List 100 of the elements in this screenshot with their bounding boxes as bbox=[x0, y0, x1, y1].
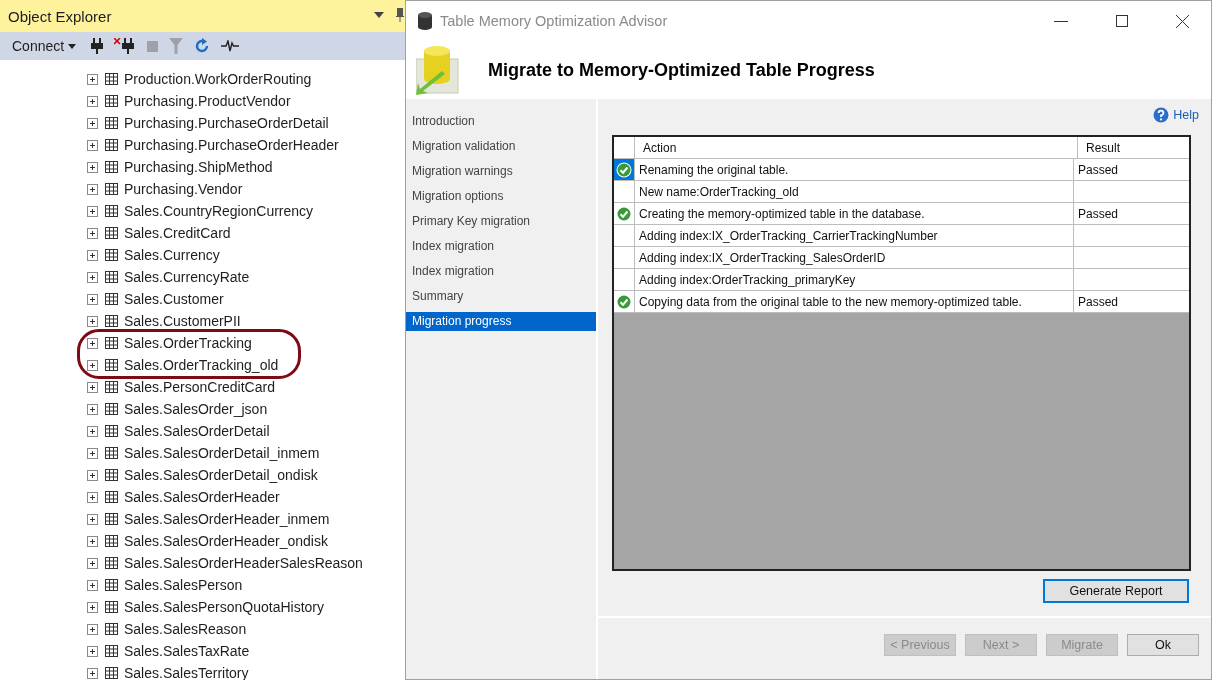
tree-item[interactable]: Sales.SalesOrderDetail_ondisk bbox=[124, 467, 318, 483]
tree-item[interactable]: Purchasing.PurchaseOrderDetail bbox=[124, 115, 329, 131]
expand-icon[interactable] bbox=[87, 293, 98, 305]
expand-icon[interactable] bbox=[87, 513, 98, 525]
tree-item[interactable]: Sales.CountryRegionCurrency bbox=[124, 203, 314, 219]
action-cell: Creating the memory-optimized table in the database. bbox=[635, 203, 1074, 224]
expand-icon[interactable] bbox=[87, 205, 98, 217]
expand-icon[interactable] bbox=[87, 535, 98, 547]
pin-icon[interactable] bbox=[396, 8, 404, 22]
close-icon[interactable] bbox=[1176, 14, 1189, 28]
expand-icon[interactable] bbox=[87, 425, 98, 437]
result-cell: Passed bbox=[1078, 295, 1119, 309]
expand-icon[interactable] bbox=[87, 667, 98, 679]
panel-title: Object Explorer bbox=[8, 7, 112, 25]
expand-icon[interactable] bbox=[87, 227, 98, 239]
expand-icon[interactable] bbox=[87, 337, 98, 349]
expand-icon[interactable] bbox=[87, 579, 98, 591]
step-item[interactable]: Index migration bbox=[406, 234, 596, 259]
table-icon bbox=[105, 117, 118, 129]
database-icon bbox=[418, 12, 432, 30]
tree-item[interactable]: Sales.Currency bbox=[124, 247, 220, 263]
tree-item[interactable]: Sales.SalesOrderHeader bbox=[124, 489, 280, 505]
tree-item[interactable]: Sales.SalesOrderDetail bbox=[124, 423, 270, 439]
expand-icon[interactable] bbox=[87, 183, 98, 195]
table-icon bbox=[105, 161, 118, 173]
expand-icon[interactable] bbox=[87, 139, 98, 151]
action-cell: Copying data from the original table to the new memory-optimized table. bbox=[635, 291, 1074, 312]
expand-icon[interactable] bbox=[87, 645, 98, 657]
column-header: Action bbox=[635, 137, 1078, 158]
table-icon bbox=[105, 513, 118, 525]
expand-icon[interactable] bbox=[87, 161, 98, 173]
tree-item[interactable]: Purchasing.ShipMethod bbox=[124, 159, 273, 175]
tree-item[interactable]: Sales.SalesPerson bbox=[124, 577, 243, 593]
expand-icon[interactable] bbox=[87, 601, 98, 613]
expand-icon[interactable] bbox=[87, 557, 98, 569]
expand-icon[interactable] bbox=[87, 359, 98, 371]
tree-item[interactable]: Purchasing.PurchaseOrderHeader bbox=[124, 137, 339, 153]
step-item[interactable]: Migration validation bbox=[406, 134, 596, 159]
tree-item[interactable]: Sales.PersonCreditCard bbox=[124, 379, 275, 395]
table-icon bbox=[105, 601, 118, 613]
tree-item[interactable]: Sales.OrderTracking_old bbox=[124, 357, 279, 373]
action-cell: New name:OrderTracking_old bbox=[635, 181, 1074, 202]
step-item[interactable]: Migration warnings bbox=[406, 159, 596, 184]
plug-icon[interactable] bbox=[91, 38, 104, 54]
column-header: Result bbox=[1085, 140, 1121, 157]
tree-item[interactable]: Sales.SalesOrderDetail_inmem bbox=[124, 445, 320, 461]
tree-item[interactable]: Sales.SalesPersonQuotaHistory bbox=[124, 599, 324, 615]
activity-icon[interactable] bbox=[221, 40, 240, 52]
step-item[interactable]: Migration options bbox=[406, 184, 596, 209]
tree-item[interactable]: Sales.SalesOrderHeader_ondisk bbox=[124, 533, 328, 549]
expand-icon[interactable] bbox=[87, 381, 98, 393]
table-icon bbox=[105, 95, 118, 107]
step-item[interactable]: Primary Key migration bbox=[406, 209, 596, 234]
tree-item[interactable]: Sales.OrderTracking bbox=[124, 335, 252, 351]
step-item[interactable]: Summary bbox=[406, 284, 596, 309]
expand-icon[interactable] bbox=[87, 271, 98, 283]
expand-icon[interactable] bbox=[87, 491, 98, 503]
tree-item[interactable]: Production.WorkOrderRouting bbox=[124, 71, 312, 87]
tree-item[interactable]: Sales.CurrencyRate bbox=[124, 269, 250, 285]
help-link[interactable]: Help bbox=[1173, 108, 1199, 122]
step-item[interactable]: Index migration bbox=[406, 259, 596, 284]
table-icon bbox=[105, 469, 118, 481]
expand-icon[interactable] bbox=[87, 117, 98, 129]
tree-item[interactable]: Sales.Customer bbox=[124, 291, 224, 307]
action-cell: Adding index:IX_OrderTracking_SalesOrderID bbox=[635, 247, 1074, 268]
table-icon bbox=[105, 491, 118, 503]
expand-icon[interactable] bbox=[87, 73, 98, 85]
tree-item[interactable]: Sales.SalesOrder_json bbox=[124, 401, 268, 417]
expand-icon[interactable] bbox=[87, 315, 98, 327]
table-icon bbox=[105, 381, 118, 393]
tree-item[interactable]: Sales.SalesReason bbox=[124, 621, 247, 637]
tree-item[interactable]: Sales.SalesOrderHeaderSalesReason bbox=[124, 555, 363, 571]
tree-item[interactable]: Sales.SalesOrderHeader_inmem bbox=[124, 511, 330, 527]
expand-icon[interactable] bbox=[87, 249, 98, 261]
step-item[interactable]: Migration progress bbox=[406, 312, 596, 331]
expand-icon[interactable] bbox=[87, 403, 98, 415]
help-icon[interactable] bbox=[1153, 107, 1170, 123]
expand-icon[interactable] bbox=[87, 447, 98, 459]
tree-item[interactable]: Sales.CreditCard bbox=[124, 225, 231, 241]
table-icon bbox=[105, 293, 118, 305]
tree-item[interactable]: Purchasing.ProductVendor bbox=[124, 93, 291, 109]
generate-report-button[interactable]: Generate Report bbox=[1043, 579, 1189, 603]
table-icon bbox=[105, 227, 118, 239]
refresh-icon[interactable] bbox=[194, 38, 211, 54]
window-title: Table Memory Optimization Advisor bbox=[440, 13, 668, 29]
table-icon bbox=[105, 139, 118, 151]
maximize-icon[interactable] bbox=[1116, 15, 1128, 27]
disconnect-plug-icon[interactable] bbox=[114, 38, 137, 54]
tree-item[interactable]: Purchasing.Vendor bbox=[124, 181, 243, 197]
step-item[interactable]: Introduction bbox=[406, 109, 596, 134]
expand-icon[interactable] bbox=[87, 469, 98, 481]
expand-icon[interactable] bbox=[87, 95, 98, 107]
wizard-button[interactable]: Ok bbox=[1127, 634, 1199, 656]
tree-item[interactable]: Sales.CustomerPII bbox=[124, 313, 241, 329]
tree-item[interactable]: Sales.SalesTaxRate bbox=[124, 643, 250, 659]
tree-item[interactable]: Sales.SalesTerritory bbox=[124, 665, 249, 680]
dropdown-icon[interactable] bbox=[374, 12, 384, 18]
table-icon bbox=[105, 579, 118, 591]
connect-button[interactable]: Connect bbox=[12, 38, 77, 54]
expand-icon[interactable] bbox=[87, 623, 98, 635]
